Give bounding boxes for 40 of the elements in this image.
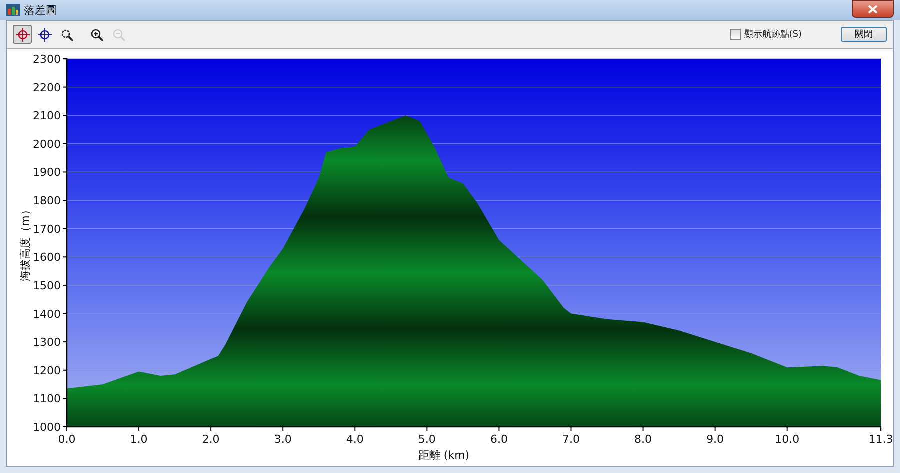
app-icon <box>6 4 20 16</box>
close-button[interactable] <box>852 0 894 18</box>
tick-label: 1200 <box>33 364 61 378</box>
magnifier-icon <box>60 28 74 42</box>
tick-label: 1.0 <box>130 433 148 446</box>
tick-label: 1000 <box>33 421 61 434</box>
tick-label: 5.0 <box>418 433 436 446</box>
zoom-out-icon <box>112 28 126 42</box>
tick-label: 2300 <box>33 53 61 66</box>
tick-label: 1800 <box>33 194 61 208</box>
tick-label: 7.0 <box>562 433 580 446</box>
tick-label: 10.0 <box>775 433 800 446</box>
close-icon <box>868 4 878 14</box>
tick-label: 9.0 <box>706 433 724 446</box>
zoom-in-icon <box>90 28 104 42</box>
tick-label: 1600 <box>33 251 61 264</box>
tick-label: 1900 <box>33 166 61 180</box>
tick-label: 3.0 <box>274 433 292 446</box>
tick-label: 11.3 <box>868 433 894 446</box>
tick-label: 1400 <box>33 308 61 321</box>
tick-label: 1100 <box>33 392 61 406</box>
tick-label: 2000 <box>33 138 61 151</box>
tick-label: 0.0 <box>58 433 76 446</box>
tick-label: 2.0 <box>202 433 220 446</box>
tool-button[interactable] <box>35 25 54 44</box>
tick-label: 1500 <box>33 279 61 292</box>
tick-label: 6.0 <box>490 433 508 446</box>
show-points-checkbox[interactable]: 顯示航跡點(S) <box>730 28 802 41</box>
window-title: 落差圖 <box>24 2 58 18</box>
tick-label: 2100 <box>33 110 61 123</box>
tick-label: 8.0 <box>634 433 652 446</box>
close-button[interactable]: 關閉 <box>841 27 887 42</box>
tick-label: 1700 <box>33 222 61 236</box>
axis-title: 距離 (km) <box>418 449 470 462</box>
crosshair-icon <box>16 28 30 42</box>
crosshair-icon <box>38 28 52 42</box>
tick-label: 4.0 <box>346 433 364 446</box>
axis-title: 海拔高度（m） <box>19 204 32 282</box>
tick-label: 1300 <box>33 336 61 350</box>
tick-label: 2200 <box>33 81 61 94</box>
